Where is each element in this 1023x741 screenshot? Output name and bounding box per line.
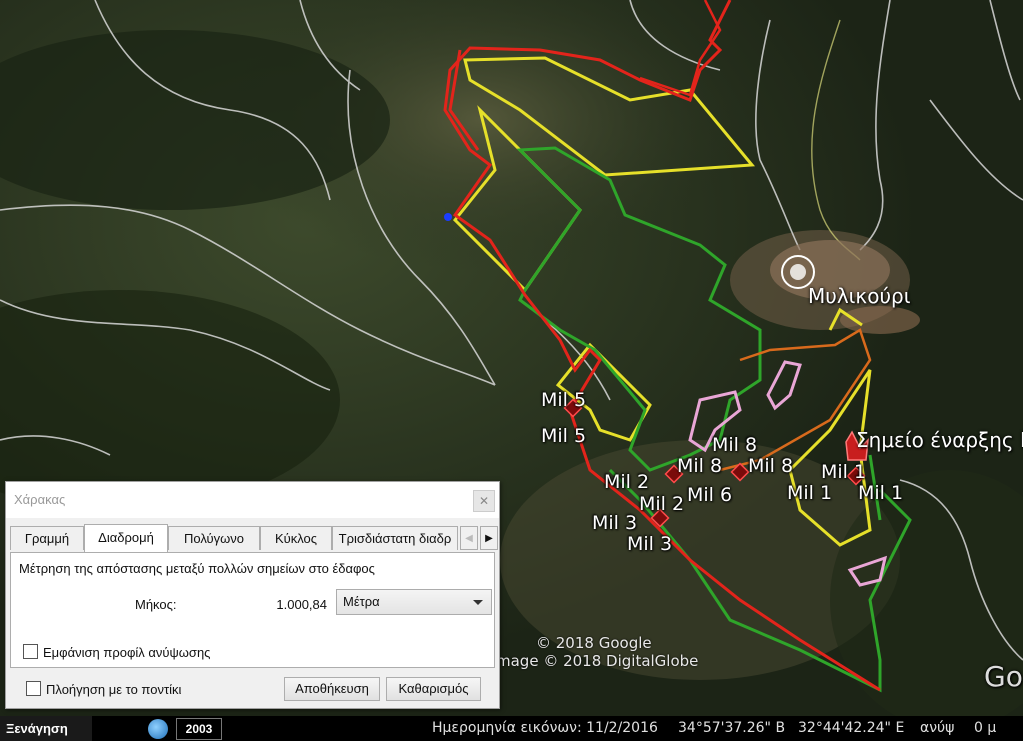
- place-label[interactable]: Μυλικούρι: [808, 284, 911, 308]
- imagery-year[interactable]: 2003: [176, 718, 222, 740]
- elevation-value: 0 μ: [974, 720, 997, 736]
- ruler-description: Μέτρηση της απόστασης μεταξύ πολλών σημε…: [19, 561, 375, 576]
- tab-scroll-left-icon[interactable]: ◀: [460, 526, 478, 550]
- historical-imagery-clock-icon[interactable]: [148, 719, 168, 739]
- marker-label[interactable]: Mil 8: [712, 434, 757, 456]
- marker-label[interactable]: Mil 2: [604, 471, 649, 493]
- marker-label[interactable]: Mil 2: [639, 493, 684, 515]
- marker-label[interactable]: Mil 5: [541, 389, 586, 411]
- show-elevation-checkbox[interactable]: [23, 644, 38, 659]
- tab-scroll-right-icon[interactable]: ▶: [480, 526, 498, 550]
- longitude: 32°44'42.24" Ε: [798, 720, 905, 736]
- dialog-title: Χάρακας: [14, 492, 66, 507]
- tab-path[interactable]: Διαδρομή: [84, 524, 168, 552]
- marker-label[interactable]: Mil 1: [858, 482, 903, 504]
- marker-label[interactable]: Mil 8: [677, 455, 722, 477]
- ruler-tabs: Γραμμή Διαδρομή Πολύγωνο Κύκλος Τρισδιάσ…: [10, 524, 498, 552]
- ruler-dialog: Χάρακας ✕ Γραμμή Διαδρομή Πολύγωνο Κύκλο…: [5, 481, 500, 709]
- start-point-label[interactable]: Σημείο έναρξης Π: [856, 428, 1023, 452]
- length-value: 1.000,84: [276, 597, 327, 612]
- mouse-navigation-checkbox[interactable]: [26, 681, 41, 696]
- unit-select[interactable]: Μέτρα: [336, 589, 492, 615]
- close-icon[interactable]: ✕: [473, 490, 495, 512]
- marker-label[interactable]: Mil 8: [748, 455, 793, 477]
- google-logo: Go: [984, 660, 1023, 693]
- imagery-date: Ημερομηνία εικόνων: 11/2/2016: [432, 720, 658, 736]
- latitude: 34°57'37.26" Β: [678, 720, 786, 736]
- google-credit: © 2018 Google: [536, 634, 652, 652]
- marker-label[interactable]: Mil 6: [687, 484, 732, 506]
- tab-polygon[interactable]: Πολύγωνο: [168, 526, 260, 550]
- chevron-down-icon: [473, 600, 483, 605]
- marker-label[interactable]: Mil 1: [821, 461, 866, 483]
- unit-select-value: Μέτρα: [343, 594, 380, 609]
- imagery-credit: mage © 2018 DigitalGlobe: [496, 652, 699, 670]
- ruler-panel: Μέτρηση της απόστασης μεταξύ πολλών σημε…: [10, 552, 495, 668]
- tab-circle[interactable]: Κύκλος: [260, 526, 332, 550]
- save-button[interactable]: Αποθήκευση: [284, 677, 380, 701]
- show-elevation-label[interactable]: Εμφάνιση προφίλ ανύψωσης: [43, 645, 210, 660]
- tour-button[interactable]: Ξενάγηση: [0, 716, 92, 741]
- marker-label[interactable]: Mil 3: [627, 533, 672, 555]
- marker-label[interactable]: Mil 5: [541, 425, 586, 447]
- elevation-label: ανύψ: [920, 720, 955, 736]
- marker-label[interactable]: Mil 1: [787, 482, 832, 504]
- marker-label[interactable]: Mil 3: [592, 512, 637, 534]
- tab-3d-path[interactable]: Τρισδιάστατη διαδρ: [332, 526, 458, 550]
- status-bar: Ξενάγηση 2003 Ημερομηνία εικόνων: 11/2/2…: [0, 716, 1023, 741]
- dialog-titlebar[interactable]: Χάρακας ✕: [6, 482, 499, 518]
- mouse-navigation-label[interactable]: Πλοήγηση με το ποντίκι: [46, 682, 181, 697]
- tab-line[interactable]: Γραμμή: [10, 526, 84, 550]
- tab-scroll: ◀ ▶: [458, 526, 498, 550]
- length-label: Μήκος:: [135, 597, 177, 612]
- clear-button[interactable]: Καθαρισμός: [386, 677, 481, 701]
